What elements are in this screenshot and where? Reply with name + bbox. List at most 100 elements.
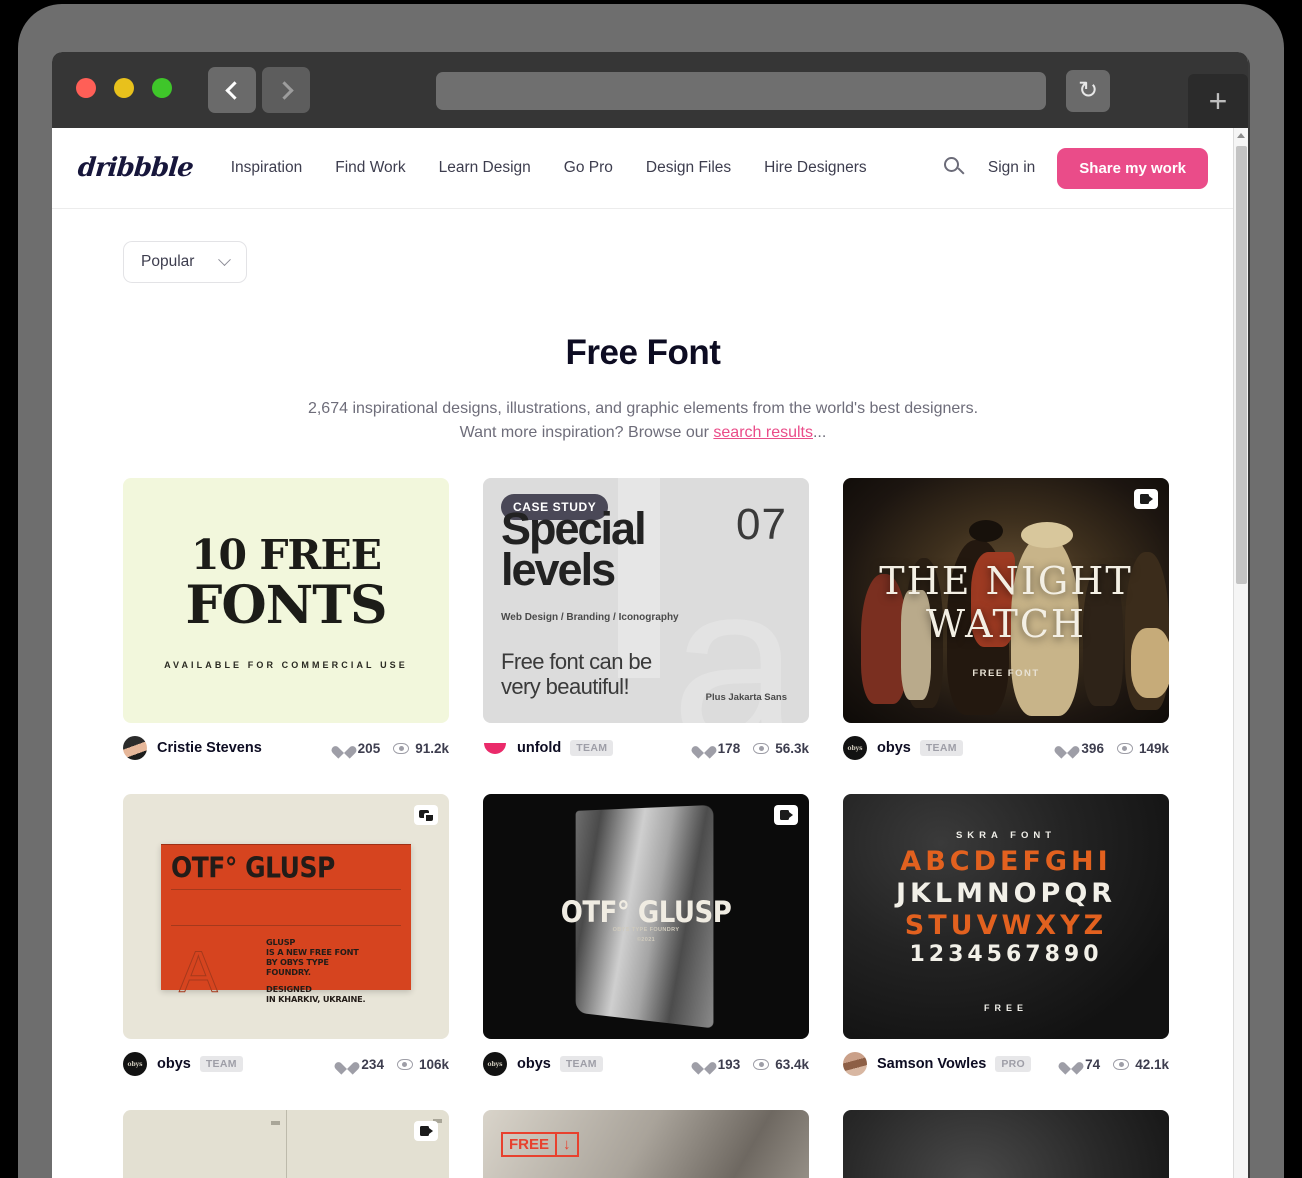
views-count: 42.1k [1135,1056,1169,1072]
author-name[interactable]: Samson Vowles [877,1056,986,1072]
shot-thumbnail[interactable]: 10 FREE FONTS AVAILABLE FOR COMMERCIAL U… [123,478,449,723]
hero-description: 2,674 inspirational designs, illustratio… [52,397,1234,445]
scrollbar-thumb[interactable] [1236,146,1247,584]
avatar[interactable] [843,1052,867,1076]
artwork-body-line-5: DESIGNED [266,983,312,994]
views-stat: 91.2k [393,741,449,756]
download-icon: ↓ [557,1132,579,1157]
artwork-title: OTF° GLUSP [171,850,335,884]
likes-stat: 178 [697,741,741,756]
nav-item-inspiration[interactable]: Inspiration [231,159,303,177]
shot-card[interactable]: THE NIGHT WATCH FREE FONT obys obys TEAM [843,478,1169,760]
views-stat: 63.4k [753,1057,809,1072]
free-tag-label: FREE [501,1132,558,1157]
artwork-title: Special levels [501,506,791,593]
likes-stat: 193 [697,1057,741,1072]
nav-item-design-files[interactable]: Design Files [646,159,731,177]
close-window-button[interactable] [76,78,96,98]
shot-thumbnail[interactable]: SKRA FONT ABCDEFGHI JKLMNOPQR STUVWXYZ 1… [843,794,1169,1039]
avatar[interactable]: obys [843,736,867,760]
artwork-letter: A [179,939,219,1005]
artwork-partial-concrete: FREE ↓ [483,1110,809,1178]
dribbble-logo[interactable]: dribbble [77,153,194,183]
artwork-partial-beige [123,1110,449,1178]
views-stat: 42.1k [1113,1057,1169,1072]
views-stat: 56.3k [753,741,809,756]
video-badge [414,1121,438,1141]
scroll-up-button[interactable] [1234,128,1248,142]
nav-item-learn-design[interactable]: Learn Design [439,159,531,177]
artwork-tagline-line-1: Free font can be [501,648,652,674]
likes-stat: 205 [337,741,381,756]
author-name[interactable]: unfold [517,740,561,756]
artwork-body-line-1: GLUSP [266,936,296,947]
likes-count: 178 [717,740,741,756]
shot-stats: 396 149k [1060,741,1169,756]
shot-card[interactable]: OTF° GLUSP OBYS TYPE FOUNDRY ©2021 obys [483,794,809,1076]
shot-meta: Samson Vowles PRO 74 42.1k [843,1052,1169,1076]
shot-card[interactable]: a CASE STUDY 07 Special levels Web Desig… [483,478,809,760]
pro-badge: PRO [995,1056,1031,1072]
shot-thumbnail[interactable]: FREE ↓ [483,1110,809,1178]
shot-card[interactable] [123,1110,449,1178]
shot-thumbnail[interactable]: OTF° GLUSP OBYS TYPE FOUNDRY ©2021 [483,794,809,1039]
chevron-right-icon [274,80,294,100]
artwork-subtitle-line-2: ©2021 [636,936,656,943]
shot-thumbnail[interactable] [123,1110,449,1178]
artwork-body-line-6: IN KHARKIV, UKRAINE. [266,993,366,1004]
views-count: 56.3k [775,740,809,756]
sort-dropdown-label: Popular [141,253,195,270]
views-count: 91.2k [415,740,449,756]
shot-card[interactable]: FREE ↓ [483,1110,809,1178]
maximize-window-button[interactable] [152,78,172,98]
search-icon[interactable] [943,157,966,179]
share-my-work-button[interactable]: Share my work [1057,147,1208,189]
page-viewport: dribbble Inspiration Find Work Learn Des… [52,128,1248,1178]
sign-in-link[interactable]: Sign in [988,159,1035,177]
forward-button[interactable] [262,67,310,113]
search-results-link[interactable]: search results [713,424,813,441]
avatar[interactable] [123,736,147,760]
shot-card[interactable]: 10 FREE FONTS AVAILABLE FOR COMMERCIAL U… [123,478,449,760]
back-button[interactable] [208,67,256,113]
minimize-window-button[interactable] [114,78,134,98]
nav-item-go-pro[interactable]: Go Pro [564,159,613,177]
shot-meta: obys obys TEAM 193 63.4k [483,1052,809,1076]
nav-item-find-work[interactable]: Find Work [335,159,405,177]
avatar[interactable] [483,736,507,760]
reload-button[interactable]: ↻ [1066,70,1110,112]
artwork-special-levels: a CASE STUDY 07 Special levels Web Desig… [483,478,809,723]
shot-thumbnail[interactable]: a CASE STUDY 07 Special levels Web Desig… [483,478,809,723]
url-input[interactable] [436,72,1046,110]
artwork-row-4: 1234567890 [909,941,1103,967]
shot-thumbnail[interactable]: THE NIGHT WATCH FREE FONT [843,478,1169,723]
artwork-label: SKRA FONT [955,830,1057,841]
author-name[interactable]: obys [877,740,911,756]
shot-stats: 178 56.3k [697,741,809,756]
views-stat: 106k [396,1056,449,1072]
shot-meta: obys obys TEAM 234 106k [123,1052,449,1076]
shot-thumbnail[interactable]: OTF° GLUSP A GLUSP IS A NEW FREE FONT BY… [123,794,449,1039]
artwork-10-free-fonts: 10 FREE FONTS AVAILABLE FOR COMMERCIAL U… [123,478,449,723]
shot-card[interactable]: SKRA FONT ABCDEFGHI JKLMNOPQR STUVWXYZ 1… [843,794,1169,1076]
shot-card[interactable]: OTF° GLUSP A GLUSP IS A NEW FREE FONT BY… [123,794,449,1076]
new-tab-button[interactable]: + [1188,74,1248,128]
shot-card[interactable] [843,1110,1169,1178]
artwork-title-line-1: THE NIGHT [879,559,1133,603]
avatar[interactable]: obys [483,1052,507,1076]
author-name[interactable]: obys [517,1056,551,1072]
nav-item-hire-designers[interactable]: Hire Designers [764,159,867,177]
shot-meta: obys obys TEAM 396 149k [843,736,1169,760]
page-scrollbar[interactable] [1233,128,1248,1178]
shot-thumbnail[interactable] [843,1110,1169,1178]
sort-dropdown[interactable]: Popular [123,241,248,283]
avatar[interactable]: obys [123,1052,147,1076]
page-content: dribbble Inspiration Find Work Learn Des… [52,128,1234,1178]
author-name[interactable]: obys [157,1056,191,1072]
shots-grid: 10 FREE FONTS AVAILABLE FOR COMMERCIAL U… [52,478,1234,1178]
page-title: Free Font [565,333,721,372]
views-count: 106k [418,1056,449,1072]
artwork-body-line-2: IS A NEW FREE FONT [266,946,359,957]
artwork-partial-rock [843,1110,1169,1178]
author-name[interactable]: Cristie Stevens [157,740,262,756]
